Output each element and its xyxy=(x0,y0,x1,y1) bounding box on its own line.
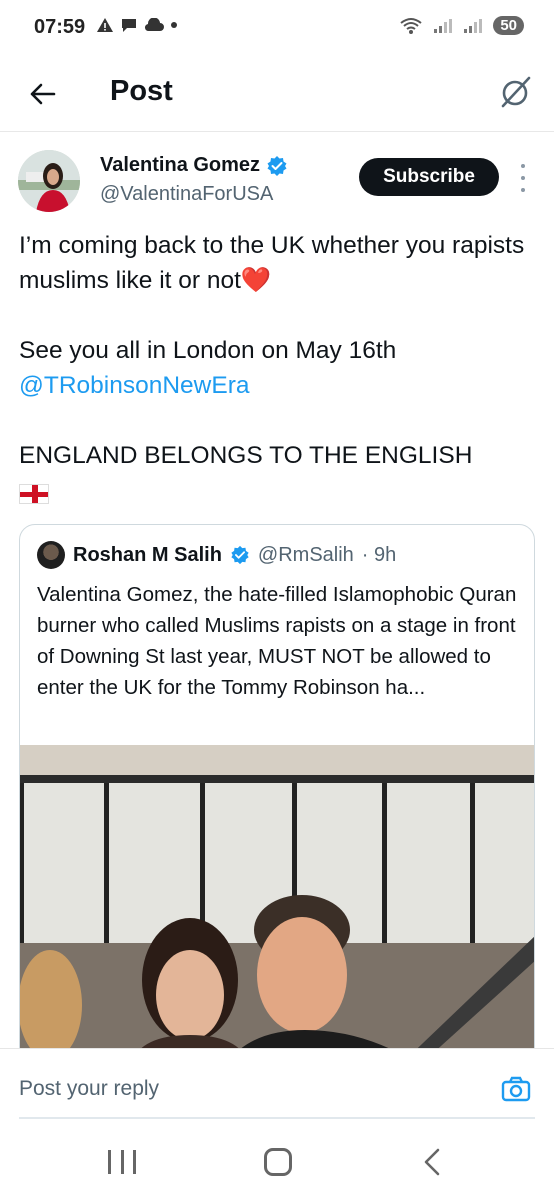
mention-link[interactable]: @TRobinsonNewEra xyxy=(19,372,250,399)
notification-icons xyxy=(96,17,178,33)
post-text-line3: ENGLAND BELONGS TO THE ENGLISH xyxy=(19,442,473,469)
grok-button[interactable] xyxy=(496,72,536,112)
post-text-line1: I’m coming back to the UK whether you ra… xyxy=(19,232,525,294)
back-button[interactable] xyxy=(22,74,62,114)
quoted-author-name: Roshan M Salih xyxy=(73,543,222,566)
reply-input[interactable]: Post your reply xyxy=(19,1077,159,1101)
author-name-text: Valentina Gomez xyxy=(100,154,261,176)
quoted-author-handle: @RmSalih xyxy=(257,543,354,566)
system-status-icons: 50 xyxy=(399,16,524,35)
quoted-post-image[interactable] xyxy=(20,745,534,1063)
quoted-post-header: Roshan M Salih @RmSalih · 9h xyxy=(37,541,396,569)
avatar-image xyxy=(18,150,80,212)
signal-icon xyxy=(434,18,453,33)
status-bar: 07:59 50 xyxy=(0,0,554,56)
recent-apps-button[interactable] xyxy=(108,1150,136,1174)
wifi-icon xyxy=(400,17,422,34)
app-bar: Post xyxy=(0,56,554,132)
verified-badge-icon xyxy=(267,155,287,176)
post-author-row: Valentina Gomez @ValentinaForUSA Subscri… xyxy=(0,146,554,226)
battery-badge: 50 xyxy=(493,16,524,35)
system-back-button[interactable] xyxy=(420,1148,444,1176)
subscribe-button[interactable]: Subscribe xyxy=(359,158,499,196)
dot-icon xyxy=(171,22,177,28)
grok-icon xyxy=(501,76,531,108)
quoted-post-time: · 9h xyxy=(361,543,397,566)
more-options-button[interactable] xyxy=(516,164,530,192)
camera-icon xyxy=(501,1076,531,1102)
cloud-icon xyxy=(145,18,164,32)
post-text: I’m coming back to the UK whether you ra… xyxy=(19,228,539,508)
reply-bar: Post your reply xyxy=(0,1048,554,1120)
author-handle[interactable]: @ValentinaForUSA xyxy=(100,183,273,206)
chevron-left-icon xyxy=(424,1148,440,1176)
quoted-post-text: Valentina Gomez, the hate-filled Islamop… xyxy=(37,583,517,699)
photo-image xyxy=(20,745,534,1063)
arrow-left-icon xyxy=(30,83,56,105)
page-title: Post xyxy=(110,75,173,107)
post-text-line2: See you all in London on May 16th xyxy=(19,337,397,364)
heart-emoji-icon: ❤️ xyxy=(240,267,272,294)
quoted-avatar xyxy=(37,541,65,569)
chat-icon xyxy=(122,19,136,32)
camera-button[interactable] xyxy=(498,1073,534,1105)
author-name[interactable]: Valentina Gomez xyxy=(100,154,288,177)
quoted-post[interactable]: Roshan M Salih @RmSalih · 9h Valentina G… xyxy=(19,524,535,1064)
alert-icon xyxy=(97,18,113,32)
home-button[interactable] xyxy=(264,1148,292,1176)
reply-underline xyxy=(19,1117,535,1119)
avatar[interactable] xyxy=(18,150,80,212)
verified-badge-icon xyxy=(231,545,249,565)
system-nav-bar xyxy=(0,1120,554,1200)
england-flag-icon xyxy=(19,483,49,504)
more-vertical-icon xyxy=(521,164,525,168)
signal-icon-2 xyxy=(464,18,483,33)
status-time: 07:59 xyxy=(34,16,86,38)
